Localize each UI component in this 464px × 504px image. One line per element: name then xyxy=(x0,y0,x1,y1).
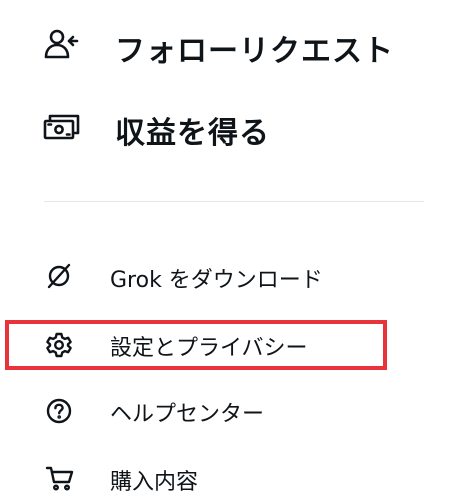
menu-item-label: 設定とプライバシー xyxy=(110,336,308,361)
menu-item-monetization[interactable]: 収益を得る xyxy=(0,100,464,152)
menu-item-settings-privacy[interactable]: 設定とプライバシー xyxy=(0,322,464,366)
menu-item-download-grok[interactable]: Grok をダウンロード xyxy=(0,254,464,298)
person-plus-icon xyxy=(42,28,82,60)
money-icon xyxy=(42,112,82,142)
menu-item-label: 収益を得る xyxy=(115,116,270,151)
grok-icon xyxy=(46,263,72,289)
menu-item-label: 購入内容 xyxy=(110,470,199,495)
cart-icon xyxy=(45,464,75,492)
menu-item-purchases[interactable]: 購入内容 xyxy=(0,456,464,500)
menu-item-label: ヘルプセンター xyxy=(110,402,265,427)
menu-item-label: Grok をダウンロード xyxy=(110,268,323,293)
menu-item-label: フォローリクエスト xyxy=(115,34,394,69)
question-circle-icon xyxy=(45,397,73,425)
menu-item-help-center[interactable]: ヘルプセンター xyxy=(0,388,464,432)
divider xyxy=(44,201,424,202)
menu-item-follow-requests[interactable]: フォローリクエスト xyxy=(0,18,464,70)
gear-icon xyxy=(45,331,73,359)
